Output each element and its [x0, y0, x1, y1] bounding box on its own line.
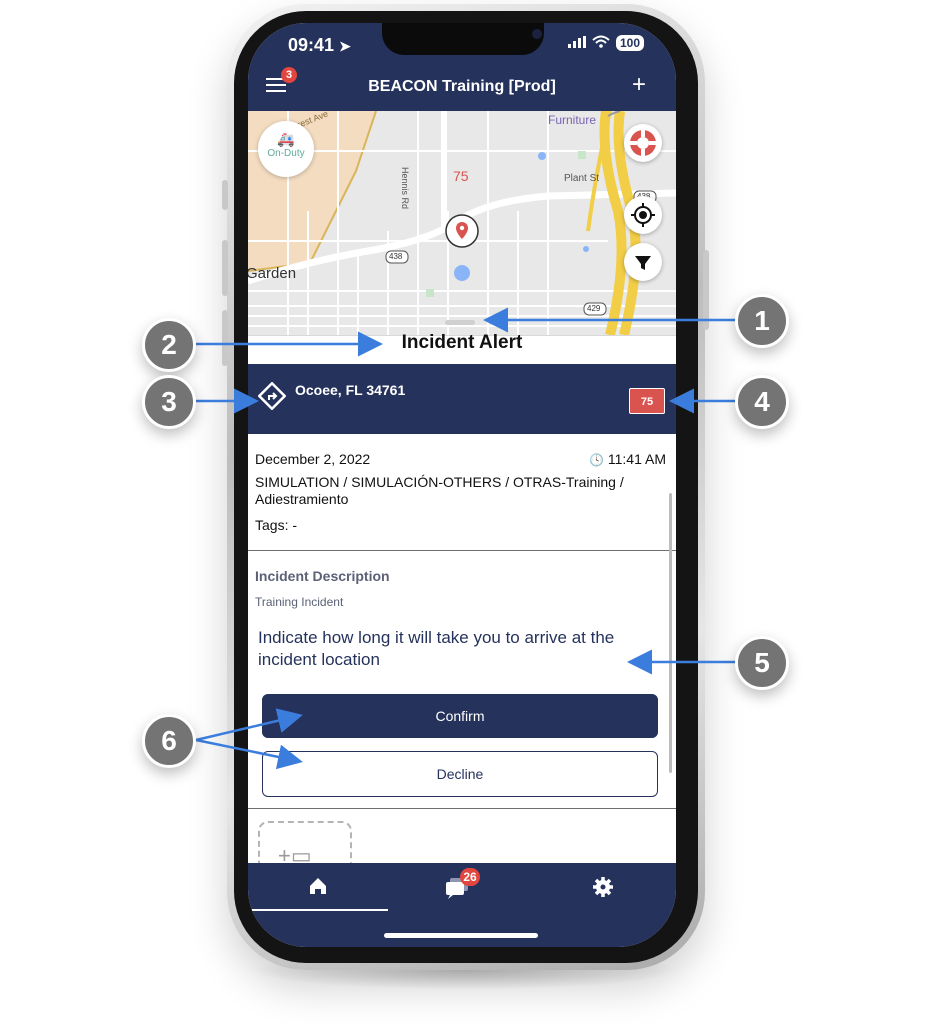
callout-4: 4	[735, 375, 789, 429]
callout-3: 3	[142, 375, 196, 429]
annotation-arrows	[195, 307, 738, 770]
callout-5: 5	[735, 636, 789, 690]
arrow-6a	[195, 708, 303, 742]
callout-6: 6	[142, 714, 196, 768]
callout-1: 1	[735, 294, 789, 348]
callout-2: 2	[142, 318, 196, 372]
arrow-6b	[195, 738, 303, 770]
